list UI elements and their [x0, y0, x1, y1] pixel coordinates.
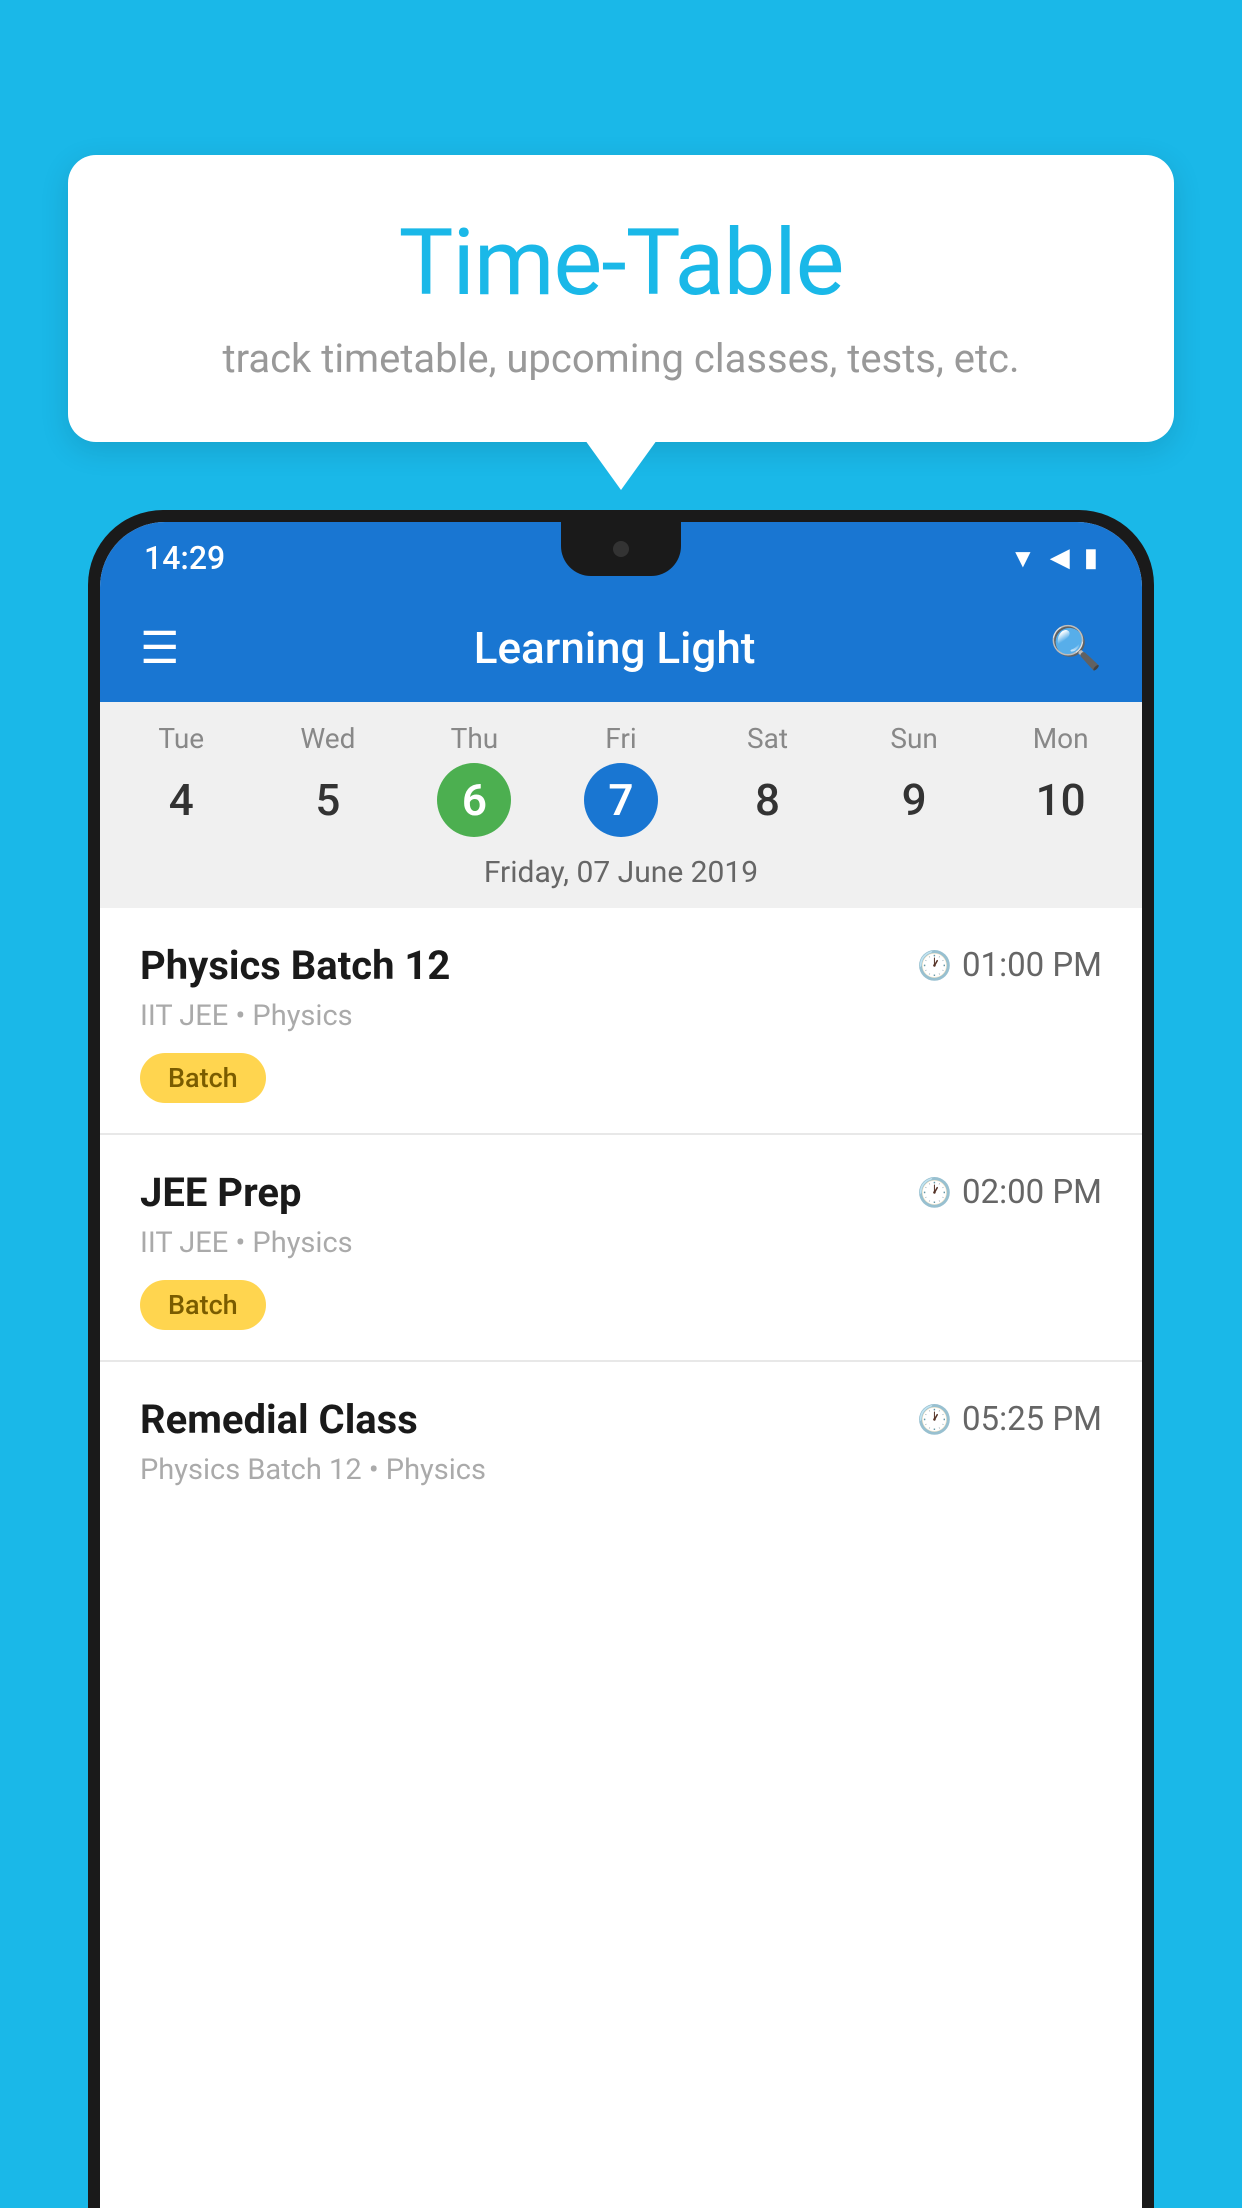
item-1-header: Physics Batch 12 🕐 01:00 PM — [140, 942, 1102, 989]
bubble-title: Time-Table — [128, 210, 1114, 317]
selected-date-label: Friday, 07 June 2019 — [100, 845, 1142, 908]
day-label-sun: Sun — [890, 722, 938, 755]
clock-icon-2: 🕐 — [917, 1176, 952, 1209]
day-label-wed: Wed — [300, 722, 355, 755]
app-bar: ☰ Learning Light 🔍 — [100, 594, 1142, 702]
schedule-list: Physics Batch 12 🕐 01:00 PM IIT JEE • Ph… — [100, 908, 1142, 2208]
day-label-sat: Sat — [747, 722, 788, 755]
day-cell-sun[interactable]: Sun 9 — [877, 722, 951, 837]
days-row: Tue 4 Wed 5 Thu 6 — [100, 702, 1142, 845]
day-cell-mon[interactable]: Mon 10 — [1024, 722, 1098, 837]
item-1-time-container: 🕐 01:00 PM — [917, 946, 1102, 985]
app-title: Learning Light — [207, 622, 1021, 674]
item-3-time: 05:25 PM — [962, 1400, 1102, 1439]
phone-shell: 14:29 ▼ ◀ ▮ ☰ Learning Light 🔍 — [88, 510, 1154, 2208]
day-number-9: 9 — [877, 763, 951, 837]
speech-bubble-container: Time-Table track timetable, upcoming cla… — [68, 155, 1174, 442]
search-icon[interactable]: 🔍 — [1050, 624, 1102, 673]
notch — [561, 522, 681, 576]
calendar-strip: Tue 4 Wed 5 Thu 6 — [100, 702, 1142, 908]
item-1-badge: Batch — [140, 1053, 266, 1103]
item-3-time-container: 🕐 05:25 PM — [917, 1400, 1102, 1439]
day-number-5: 5 — [291, 763, 365, 837]
item-1-subtitle: IIT JEE • Physics — [140, 999, 1102, 1033]
wifi-icon: ▼ — [1010, 543, 1036, 574]
item-2-header: JEE Prep 🕐 02:00 PM — [140, 1169, 1102, 1216]
day-cell-sat[interactable]: Sat 8 — [731, 722, 805, 837]
hamburger-icon[interactable]: ☰ — [140, 626, 179, 670]
schedule-item-1[interactable]: Physics Batch 12 🕐 01:00 PM IIT JEE • Ph… — [100, 908, 1142, 1135]
phone-outer-frame: 14:29 ▼ ◀ ▮ ☰ Learning Light 🔍 — [88, 510, 1154, 2208]
item-2-badge: Batch — [140, 1280, 266, 1330]
item-3-title: Remedial Class — [140, 1396, 418, 1443]
item-3-header: Remedial Class 🕐 05:25 PM — [140, 1396, 1102, 1443]
speech-bubble: Time-Table track timetable, upcoming cla… — [68, 155, 1174, 442]
item-2-title: JEE Prep — [140, 1169, 301, 1216]
item-1-title: Physics Batch 12 — [140, 942, 450, 989]
day-number-10: 10 — [1024, 763, 1098, 837]
bubble-subtitle: track timetable, upcoming classes, tests… — [128, 335, 1114, 382]
day-number-7-selected: 7 — [584, 763, 658, 837]
status-bar: 14:29 ▼ ◀ ▮ — [100, 522, 1142, 594]
clock-icon-3: 🕐 — [917, 1403, 952, 1436]
signal-icon: ◀ — [1050, 543, 1070, 573]
day-label-mon: Mon — [1033, 722, 1089, 755]
day-cell-fri[interactable]: Fri 7 — [584, 722, 658, 837]
clock-icon-1: 🕐 — [917, 949, 952, 982]
schedule-item-3[interactable]: Remedial Class 🕐 05:25 PM Physics Batch … — [100, 1362, 1142, 1503]
day-label-thu: Thu — [451, 722, 499, 755]
day-number-6-today: 6 — [437, 763, 511, 837]
item-2-subtitle: IIT JEE • Physics — [140, 1226, 1102, 1260]
day-number-8: 8 — [731, 763, 805, 837]
day-cell-tue[interactable]: Tue 4 — [144, 722, 218, 837]
day-label-fri: Fri — [605, 722, 636, 755]
day-label-tue: Tue — [158, 722, 204, 755]
item-1-time: 01:00 PM — [962, 946, 1102, 985]
day-number-4: 4 — [144, 763, 218, 837]
status-time: 14:29 — [144, 539, 225, 577]
item-2-time: 02:00 PM — [962, 1173, 1102, 1212]
schedule-item-2[interactable]: JEE Prep 🕐 02:00 PM IIT JEE • Physics Ba… — [100, 1135, 1142, 1362]
item-2-time-container: 🕐 02:00 PM — [917, 1173, 1102, 1212]
item-3-subtitle: Physics Batch 12 • Physics — [140, 1453, 1102, 1487]
battery-icon: ▮ — [1084, 543, 1098, 573]
day-cell-thu[interactable]: Thu 6 — [437, 722, 511, 837]
status-icons: ▼ ◀ ▮ — [1010, 543, 1098, 574]
day-cell-wed[interactable]: Wed 5 — [291, 722, 365, 837]
phone-screen: 14:29 ▼ ◀ ▮ ☰ Learning Light 🔍 — [100, 522, 1142, 2208]
front-camera — [613, 541, 629, 557]
